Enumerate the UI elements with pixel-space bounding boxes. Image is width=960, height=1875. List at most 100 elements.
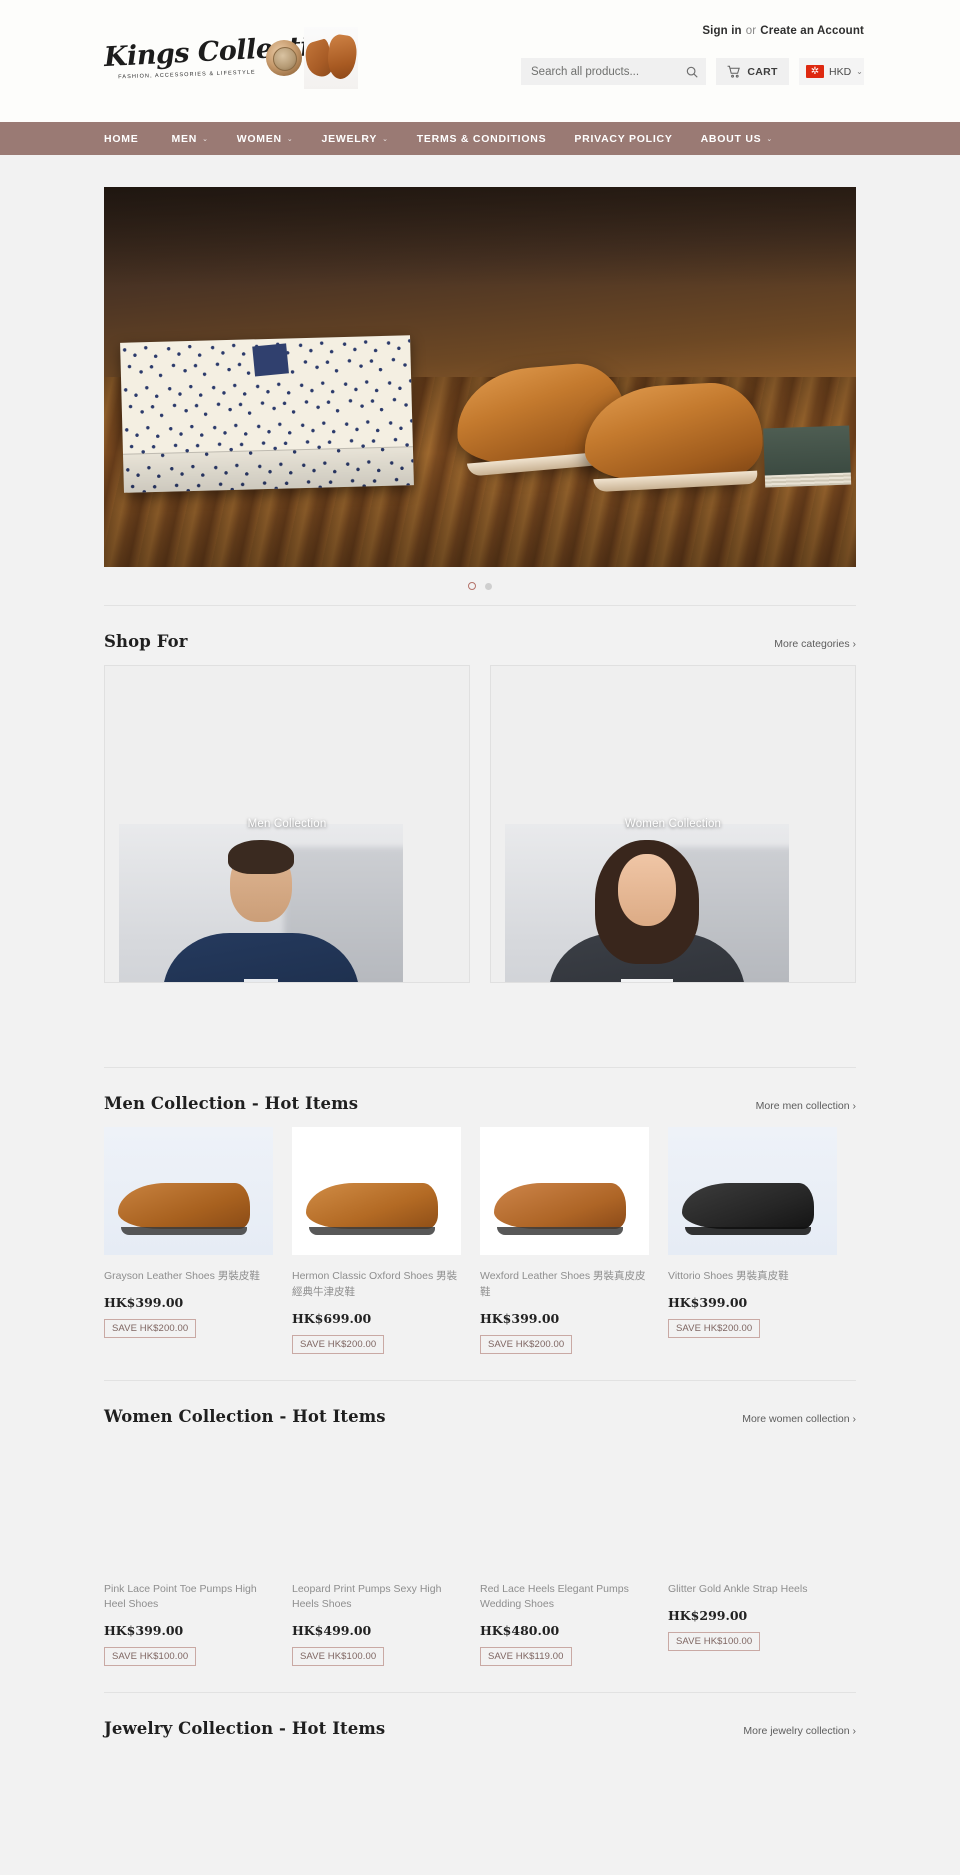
hero-dot-2[interactable]	[485, 582, 492, 590]
product-image[interactable]	[480, 1439, 649, 1568]
nav-item-jewelry[interactable]: JEWELRY ⌄	[322, 133, 389, 145]
hong-kong-flag-icon	[806, 65, 824, 78]
nav-item-about-us[interactable]: ABOUT US ⌄	[701, 133, 773, 145]
create-account-link[interactable]: Create an Account	[760, 25, 864, 37]
category-tile-women[interactable]: Women Collection	[490, 665, 856, 983]
chevron-down-icon: ⌄	[286, 135, 294, 143]
product-price: HK$699.00	[292, 1310, 372, 1326]
hero-slide[interactable]	[104, 187, 856, 567]
photo-blouse	[621, 979, 673, 982]
product-name: Red Lace Heels Elegant Pumps Wedding Sho…	[480, 1582, 629, 1611]
save-badge: SAVE HK$200.00	[292, 1334, 385, 1354]
nav-item-terms-and-conditions[interactable]: TERMS & CONDITIONS	[417, 133, 547, 145]
save-badge: SAVE HK$200.00	[480, 1334, 573, 1354]
product-card[interactable]: Pink Lace Point Toe Pumps High Heel Shoe…	[104, 1439, 273, 1666]
hero-pagination	[104, 579, 856, 593]
product-image[interactable]	[292, 1127, 461, 1255]
logo-text: Kings Collection FASHION, ACCESSORIES & …	[103, 29, 347, 80]
section-header: Jewelry Collection - Hot Items More jewe…	[104, 1693, 856, 1752]
section-title: Women Collection - Hot Items	[104, 1406, 386, 1426]
product-name: Grayson Leather Shoes 男裝皮鞋	[104, 1270, 260, 1282]
hero-book	[763, 425, 851, 477]
nav-item-men[interactable]: MEN ⌄	[172, 133, 209, 145]
nav-label: HOME	[104, 132, 139, 145]
account-bar: Sign in or Create an Account	[702, 25, 864, 37]
product-price: HK$399.00	[668, 1295, 748, 1310]
women-collection-section: Women Collection - Hot Items More women …	[104, 1381, 856, 1693]
product-price: HK$399.00	[104, 1295, 184, 1310]
men-collection-section: Men Collection - Hot Items More men coll…	[104, 1068, 856, 1380]
product-image[interactable]	[480, 1127, 649, 1255]
hero-slider	[0, 155, 960, 593]
sign-in-link[interactable]: Sign in	[702, 25, 741, 37]
more-women-collection-link[interactable]: More women collection ›	[742, 1413, 856, 1425]
nav-label: MEN	[171, 132, 198, 145]
product-image[interactable]	[104, 1439, 273, 1568]
product-name: Vittorio Shoes 男裝真皮鞋	[668, 1270, 789, 1282]
more-categories-link[interactable]: More categories ›	[774, 638, 856, 650]
product-image[interactable]	[668, 1127, 837, 1255]
product-name: Glitter Gold Ankle Strap Heels	[668, 1582, 808, 1595]
men-collection-photo	[119, 824, 403, 982]
product-name: Hermon Classic Oxford Shoes 男裝經典牛津皮鞋	[292, 1270, 458, 1298]
nav-label: JEWELRY	[321, 132, 378, 145]
photo-hair	[228, 840, 294, 874]
currency-selector[interactable]: HKD ⌄	[799, 58, 864, 85]
page-title: Shop For	[104, 632, 188, 651]
main-navigation: HOME MEN ⌄ WOMEN ⌄ JEWELRY ⌄ TERMS & CON…	[0, 122, 960, 155]
product-image[interactable]	[668, 1439, 837, 1568]
product-card[interactable]: Wexford Leather Shoes 男裝真皮皮鞋 HK$399.00 S…	[480, 1127, 649, 1354]
more-men-collection-link[interactable]: More men collection ›	[756, 1100, 856, 1112]
photo-shirt	[244, 979, 278, 982]
shoe-illustration	[494, 1183, 626, 1235]
nav-item-home[interactable]: HOME	[104, 133, 144, 145]
more-jewelry-collection-link[interactable]: More jewelry collection ›	[743, 1725, 856, 1737]
product-name: Leopard Print Pumps Sexy High Heels Shoe…	[292, 1582, 442, 1611]
section-header: Shop For More categories ›	[104, 606, 856, 665]
product-card[interactable]: Red Lace Heels Elegant Pumps Wedding Sho…	[480, 1439, 649, 1666]
category-grid: Men Collection Women Collection	[104, 665, 856, 983]
nav-label: ABOUT US	[700, 132, 762, 145]
category-tile-men[interactable]: Men Collection	[104, 665, 470, 983]
photo-face	[618, 854, 676, 926]
logo-brand-name: Kings Collection	[103, 28, 348, 73]
section-title: Jewelry Collection - Hot Items	[104, 1719, 386, 1738]
search-input[interactable]	[531, 65, 685, 78]
chevron-down-icon: ⌄	[202, 135, 209, 143]
section-header: Women Collection - Hot Items More women …	[104, 1381, 856, 1440]
save-badge: SAVE HK$119.00	[480, 1647, 572, 1666]
chevron-down-icon: ⌄	[766, 135, 774, 143]
logo-shoes-photo	[304, 26, 358, 89]
women-collection-photo	[505, 824, 789, 982]
nav-label: PRIVACY POLICY	[574, 132, 673, 145]
cart-button[interactable]: CART	[716, 58, 789, 85]
nav-item-privacy-policy[interactable]: PRIVACY POLICY	[574, 133, 672, 145]
men-product-grid: Grayson Leather Shoes 男裝皮鞋 HK$399.00 SAV…	[104, 1127, 856, 1380]
site-header: Kings Collection FASHION, ACCESSORIES & …	[0, 0, 960, 122]
category-label: Men Collection	[247, 818, 327, 830]
nav-item-women[interactable]: WOMEN ⌄	[237, 133, 294, 145]
logo-image	[266, 26, 358, 89]
product-card[interactable]: Grayson Leather Shoes 男裝皮鞋 HK$399.00 SAV…	[104, 1127, 273, 1354]
product-card[interactable]: Leopard Print Pumps Sexy High Heels Shoe…	[292, 1439, 461, 1666]
product-price: HK$399.00	[104, 1623, 184, 1638]
currency-value: HKD	[829, 65, 852, 78]
shop-for-section: Shop For More categories › Men Collectio…	[104, 606, 856, 983]
search-box[interactable]	[521, 58, 706, 85]
chevron-down-icon: ⌄	[382, 135, 389, 143]
nav-label: WOMEN	[236, 132, 282, 145]
product-card[interactable]: Vittorio Shoes 男裝真皮鞋 HK$399.00 SAVE HK$2…	[668, 1127, 837, 1354]
page-bottom-spacer	[0, 1752, 960, 1780]
product-image[interactable]	[292, 1439, 461, 1568]
product-card[interactable]: Hermon Classic Oxford Shoes 男裝經典牛津皮鞋 HK$…	[292, 1127, 461, 1354]
category-label: Women Collection	[624, 818, 722, 830]
site-logo[interactable]: Kings Collection FASHION, ACCESSORIES & …	[103, 20, 358, 95]
save-badge: SAVE HK$200.00	[104, 1319, 197, 1338]
section-header: Men Collection - Hot Items More men coll…	[104, 1068, 856, 1127]
product-image[interactable]	[104, 1127, 273, 1255]
women-product-grid: Pink Lace Point Toe Pumps High Heel Shoe…	[104, 1439, 856, 1693]
search-icon[interactable]	[685, 65, 699, 79]
product-name: Pink Lace Point Toe Pumps High Heel Shoe…	[104, 1582, 257, 1611]
product-card[interactable]: Glitter Gold Ankle Strap Heels HK$299.00…	[668, 1439, 837, 1667]
hero-dot-1[interactable]	[468, 582, 476, 590]
